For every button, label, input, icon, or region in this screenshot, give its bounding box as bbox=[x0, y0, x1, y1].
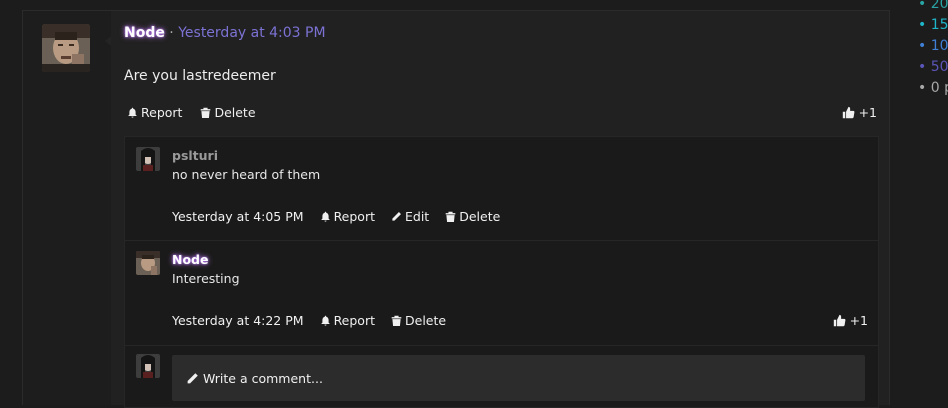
pencil-icon bbox=[392, 212, 401, 221]
left-gutter bbox=[0, 0, 22, 404]
right-sidebar-list: • 20 • 15 • 10 • 50 • 0 p bbox=[918, 0, 948, 99]
post-like-button[interactable]: +1 bbox=[842, 105, 877, 120]
right-list-item: • 10 bbox=[918, 38, 948, 54]
write-comment-input[interactable]: Write a comment... bbox=[172, 355, 865, 401]
comment-report-label: Report bbox=[333, 209, 375, 224]
delete-label: Delete bbox=[214, 105, 256, 120]
report-button[interactable]: Report bbox=[127, 105, 182, 120]
bell-icon bbox=[320, 211, 330, 222]
right-list-item: • 0 p bbox=[918, 80, 948, 96]
delete-button[interactable]: Delete bbox=[200, 105, 256, 120]
comment-like-button[interactable]: +1 bbox=[833, 313, 868, 328]
post-body: Are you lastredeemer bbox=[124, 68, 276, 84]
post-avatar-column bbox=[23, 11, 112, 405]
trash-icon bbox=[391, 315, 402, 326]
bell-icon bbox=[128, 107, 137, 118]
post-time-link[interactable]: Yesterday at 4:03 PM bbox=[178, 25, 325, 41]
report-label: Report bbox=[141, 105, 183, 120]
comment-report-label: Report bbox=[333, 313, 375, 328]
post-like-count: +1 bbox=[858, 105, 877, 120]
comments-section: pslturi no never heard of them Yesterday… bbox=[124, 136, 879, 408]
author-avatar[interactable] bbox=[42, 24, 90, 72]
comment-item: pslturi no never heard of them Yesterday… bbox=[125, 137, 878, 241]
comment-item: Node Interesting Yesterday at 4:22 PM Re… bbox=[125, 241, 878, 346]
current-user-avatar bbox=[136, 354, 160, 378]
thumbs-up-icon bbox=[833, 314, 846, 327]
comment-delete-label: Delete bbox=[405, 313, 447, 328]
comment-avatar[interactable] bbox=[136, 147, 160, 171]
right-list-item: • 50 bbox=[918, 59, 948, 75]
comment-time[interactable]: Yesterday at 4:22 PM bbox=[172, 313, 304, 328]
comment-report-button[interactable]: Report bbox=[320, 313, 375, 328]
pencil-icon bbox=[187, 372, 198, 383]
trash-icon bbox=[445, 211, 456, 222]
comment-delete-button[interactable]: Delete bbox=[445, 209, 500, 224]
meta-separator: · bbox=[164, 25, 179, 41]
comment-edit-button[interactable]: Edit bbox=[391, 209, 429, 224]
comment-actions: Yesterday at 4:22 PM Report Delete bbox=[172, 313, 446, 328]
comment-actions: Yesterday at 4:05 PM Report Edit Delete bbox=[172, 209, 500, 224]
comment-text: Interesting bbox=[172, 271, 240, 286]
comment-like-count: +1 bbox=[849, 313, 868, 328]
bell-icon bbox=[320, 315, 330, 326]
post-meta: Node · Yesterday at 4:03 PM bbox=[124, 25, 326, 41]
write-comment-placeholder: Write a comment... bbox=[203, 370, 323, 386]
comment-text: no never heard of them bbox=[172, 167, 321, 182]
post-author[interactable]: Node bbox=[124, 25, 165, 41]
comment-time[interactable]: Yesterday at 4:05 PM bbox=[172, 209, 304, 224]
comment-author[interactable]: pslturi bbox=[172, 148, 218, 163]
post-actions: Report Delete bbox=[127, 105, 256, 120]
comment-report-button[interactable]: Report bbox=[320, 209, 375, 224]
thumbs-up-icon bbox=[842, 106, 855, 119]
comment-delete-button[interactable]: Delete bbox=[391, 313, 446, 328]
right-list-item: • 20 bbox=[918, 0, 948, 12]
trash-icon bbox=[201, 107, 211, 118]
comment-author[interactable]: Node bbox=[172, 252, 208, 267]
comment-edit-label: Edit bbox=[405, 209, 430, 224]
comment-delete-label: Delete bbox=[459, 209, 501, 224]
profile-post: Node · Yesterday at 4:03 PM Are you last… bbox=[22, 10, 890, 408]
right-list-item: • 15 bbox=[918, 17, 948, 33]
post-content: Node · Yesterday at 4:03 PM Are you last… bbox=[111, 11, 889, 408]
comment-avatar[interactable] bbox=[136, 251, 160, 275]
